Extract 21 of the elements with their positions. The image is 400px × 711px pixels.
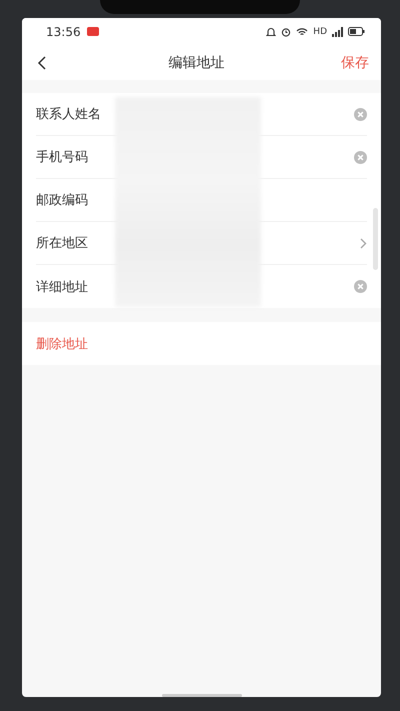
scrollbar <box>373 208 378 270</box>
wifi-icon <box>296 26 308 36</box>
field-label[interactable]: 详细地址 <box>36 278 88 296</box>
clear-icon[interactable] <box>354 150 367 164</box>
bell-icon <box>266 26 276 36</box>
alarm-icon <box>281 26 292 36</box>
status-time: 13:56 <box>46 24 81 38</box>
notification-icon <box>86 27 99 36</box>
field-label[interactable]: 联系人姓名 <box>36 105 101 123</box>
page-title: 编辑地址 <box>168 54 226 72</box>
clear-icon[interactable] <box>354 108 367 120</box>
battery-icon <box>348 27 365 36</box>
clear-icon[interactable] <box>354 280 367 293</box>
save-button[interactable]: 保存 <box>341 54 369 72</box>
chevron-icon <box>360 238 367 248</box>
network-label: HD <box>313 26 327 36</box>
field-label[interactable]: 邮政编码 <box>36 191 88 209</box>
delete-address-button[interactable]: 删除地址 <box>36 334 88 352</box>
signal-icon <box>332 26 343 36</box>
field-label[interactable]: 手机号码 <box>36 148 88 166</box>
field-label[interactable]: 所在地区 <box>36 234 88 252</box>
